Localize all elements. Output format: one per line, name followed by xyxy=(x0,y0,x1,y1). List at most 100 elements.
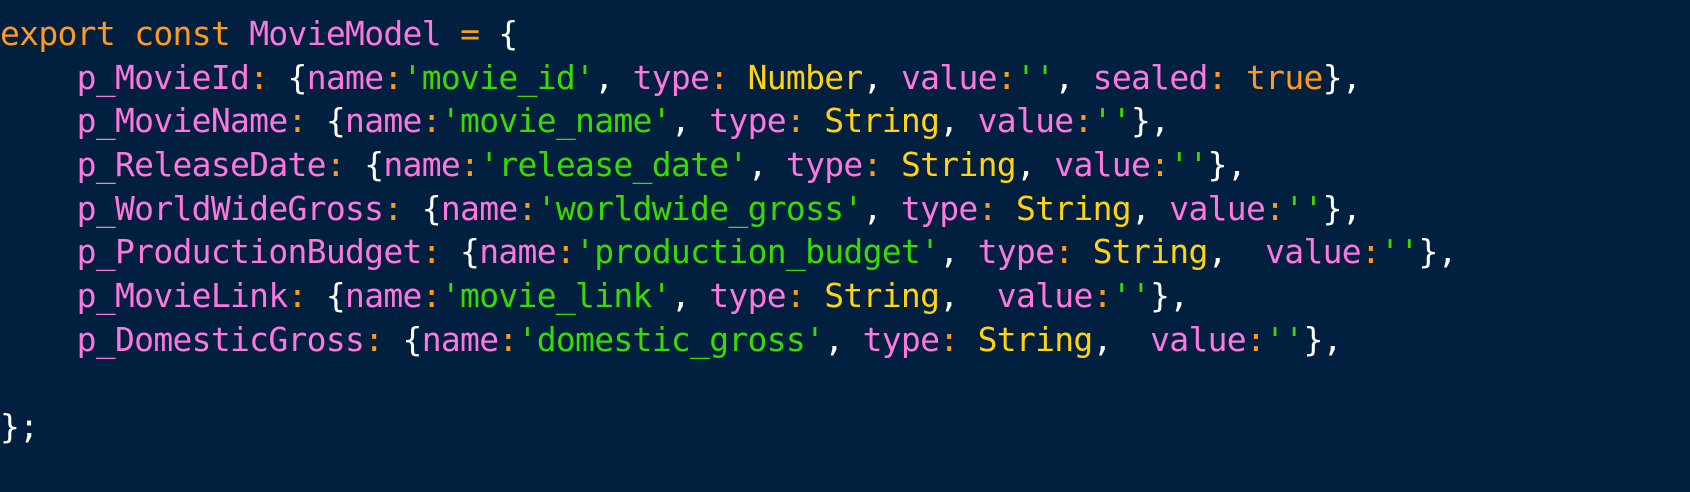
code-token-type: String xyxy=(977,319,1094,359)
code-token-string: 'production_budget' xyxy=(575,232,940,272)
code-token-keyword: : xyxy=(1245,319,1266,359)
code-token-punct xyxy=(997,189,1016,228)
code-token-string: 'movie_name' xyxy=(440,101,672,141)
code-token-keyword: : xyxy=(383,57,403,97)
code-line[interactable]: }; xyxy=(0,405,1457,449)
code-token-prop: value xyxy=(996,276,1094,316)
code-token-punct: , xyxy=(1015,145,1055,185)
code-line[interactable]: p_MovieName: {name:'movie_name', type: S… xyxy=(0,99,1457,143)
code-token-keyword: : xyxy=(555,232,576,272)
code-token-punct: }, xyxy=(1130,101,1170,141)
code-token-punct: , xyxy=(939,101,978,141)
code-token-prop: type xyxy=(709,276,786,316)
code-line[interactable]: p_ProductionBudget: {name:'production_bu… xyxy=(0,230,1458,274)
code-token-prop: type xyxy=(977,232,1055,272)
code-token-prop: name xyxy=(421,319,499,359)
code-line[interactable] xyxy=(0,362,1457,406)
code-line[interactable]: p_DomesticGross: {name:'domestic_gross',… xyxy=(0,318,1457,362)
code-token-keyword: : xyxy=(325,145,346,185)
code-token-punct: { xyxy=(306,276,346,316)
code-line[interactable]: export const MovieModel = { xyxy=(0,12,1457,56)
code-token-keyword: : xyxy=(1054,232,1074,272)
code-token-prop: p_MovieId xyxy=(0,57,250,97)
code-token-prop: type xyxy=(862,319,940,359)
code-token-prop: p_ProductionBudget xyxy=(0,232,423,272)
code-token-punct: }, xyxy=(1207,145,1247,185)
code-token-punct xyxy=(115,14,134,53)
code-token-prop: p_DomesticGross xyxy=(0,319,365,359)
code-token-prop: name xyxy=(479,232,556,272)
code-token-keyword: : xyxy=(460,145,480,185)
code-block[interactable]: export const MovieModel = { p_MovieId: {… xyxy=(0,12,1458,449)
code-token-string: 'release_date' xyxy=(479,145,748,185)
code-token-keyword: : xyxy=(862,145,883,185)
code-token-punct: , xyxy=(1207,232,1266,272)
code-token-keyword: : xyxy=(1207,57,1228,97)
code-token-punct: }, xyxy=(1418,232,1458,272)
code-token-keyword: : xyxy=(421,232,442,272)
code-token-string: 'worldwide_gross' xyxy=(536,188,864,228)
code-token-keyword: const xyxy=(134,14,231,53)
code-token-type: String xyxy=(900,145,1017,185)
code-token-prop: name xyxy=(383,145,461,185)
code-token-prop: p_ReleaseDate xyxy=(0,145,327,185)
code-token-prop: sealed xyxy=(1092,57,1209,97)
code-token-punct xyxy=(1227,58,1246,97)
code-token-punct xyxy=(805,101,824,140)
code-token-punct xyxy=(728,58,747,97)
code-token-string: 'movie_link' xyxy=(440,276,672,316)
code-token-punct: , xyxy=(1130,188,1170,228)
code-token-keyword: : xyxy=(421,101,442,141)
code-token-punct: }, xyxy=(1322,57,1362,97)
code-token-string: '' xyxy=(1092,101,1132,141)
code-editor[interactable]: export const MovieModel = { p_MovieId: {… xyxy=(0,0,1690,492)
code-token-punct: , xyxy=(824,319,863,359)
code-token-punct: { xyxy=(383,319,423,359)
code-token-punct xyxy=(805,276,824,315)
code-token-keyword: : xyxy=(1150,145,1170,185)
code-token-keyword: : xyxy=(977,188,998,228)
code-token-string: '' xyxy=(1111,276,1151,316)
code-token-keyword: export xyxy=(0,14,116,53)
code-token-punct: }, xyxy=(1322,188,1362,228)
code-token-punct xyxy=(441,14,460,53)
code-token-type: String xyxy=(1092,232,1209,272)
code-token-punct: , xyxy=(939,232,978,272)
code-token-punct: , xyxy=(862,188,901,228)
code-token-keyword: : xyxy=(1360,232,1381,272)
code-token-punct: { xyxy=(306,101,346,141)
code-token-punct: { xyxy=(345,145,384,185)
code-token-punct xyxy=(958,320,977,359)
code-token-punct xyxy=(882,145,901,184)
code-token-prop: value xyxy=(1265,232,1362,272)
code-token-keyword: : xyxy=(785,101,806,141)
code-token-type: Number xyxy=(747,57,864,97)
code-line[interactable]: p_ReleaseDate: {name:'release_date', typ… xyxy=(0,143,1457,187)
code-token-type: String xyxy=(1015,188,1132,228)
code-token-prop: type xyxy=(900,188,978,228)
code-token-keyword: : xyxy=(517,188,538,228)
code-token-keyword: : xyxy=(1092,276,1113,316)
code-token-keyword: : xyxy=(498,319,518,359)
code-token-keyword: : xyxy=(287,276,308,316)
code-token-type: String xyxy=(824,101,940,141)
code-token-ident: MovieModel xyxy=(249,14,441,53)
code-token-prop: type xyxy=(785,145,863,185)
code-token-punct: , xyxy=(670,276,710,316)
code-token-punct xyxy=(230,14,249,53)
code-token-string: '' xyxy=(1380,232,1419,272)
code-token-prop: p_MovieName xyxy=(0,101,289,141)
code-token-string: 'domestic_gross' xyxy=(517,319,825,359)
code-token-keyword: : xyxy=(939,319,959,359)
code-token-punct: , xyxy=(594,57,633,97)
code-token-prop: name xyxy=(440,188,518,228)
code-line[interactable]: p_MovieId: {name:'movie_id', type: Numbe… xyxy=(0,56,1457,100)
code-line[interactable]: p_MovieLink: {name:'movie_link', type: S… xyxy=(0,274,1457,318)
code-line[interactable]: p_WorldWideGross: {name:'worldwide_gross… xyxy=(0,187,1457,231)
code-token-punct: }, xyxy=(1150,276,1189,316)
code-token-keyword: : xyxy=(996,57,1017,97)
code-token-string: '' xyxy=(1265,319,1304,359)
code-token-prop: name xyxy=(306,57,384,97)
code-token-keyword: : xyxy=(785,276,806,316)
code-token-prop: p_MovieLink xyxy=(0,276,289,316)
